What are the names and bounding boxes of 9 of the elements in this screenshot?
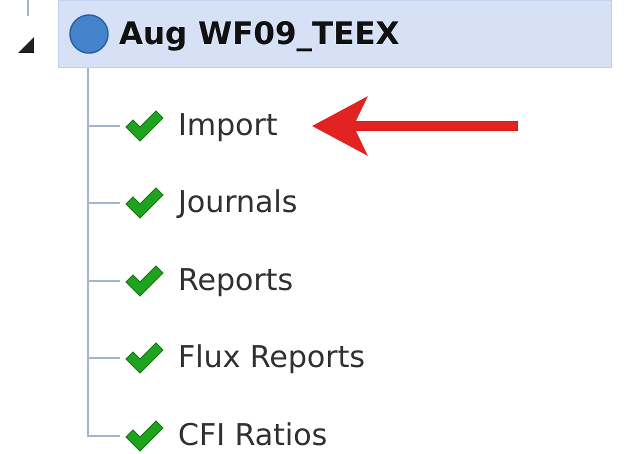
tree-item[interactable]: Import	[178, 108, 278, 144]
tree-item[interactable]: Reports	[178, 262, 294, 299]
circle-icon	[69, 14, 109, 54]
expand-arrow-icon[interactable]	[17, 36, 35, 54]
tree-node[interactable]: Aug WF09_TEEX	[58, 0, 612, 68]
tree-item[interactable]: CFI Ratios	[178, 418, 328, 454]
node-label: Aug WF09_TEEX	[119, 16, 400, 52]
tree-item[interactable]: Flux Reports	[178, 340, 365, 376]
tree-item[interactable]: Journals	[178, 185, 298, 222]
